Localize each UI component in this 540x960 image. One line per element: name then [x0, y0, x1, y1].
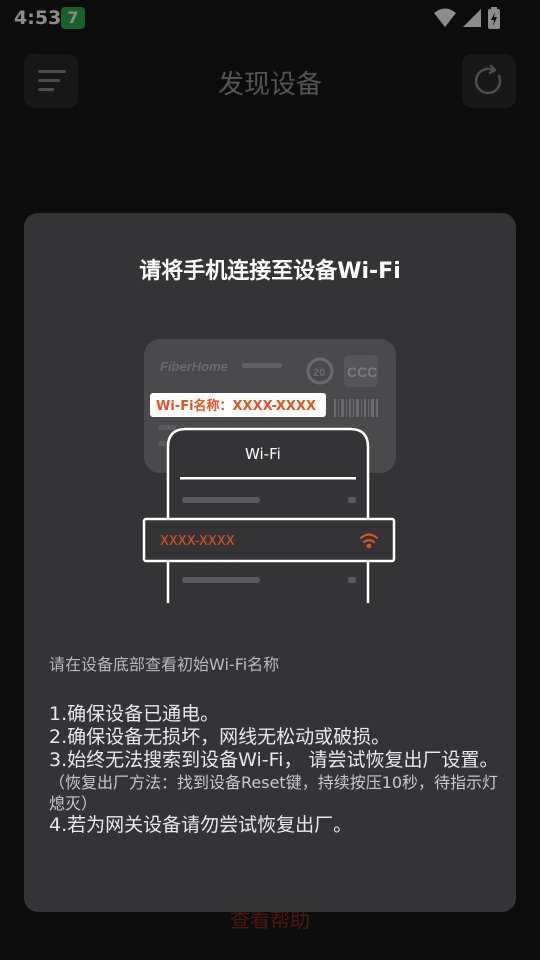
dialog-title: 请将手机连接至设备Wi-Fi — [139, 259, 401, 284]
device-wifi-illustration: FiberHome 20 CCC Wi-Fi名称：XXXX-XXXX Wi-Fi… — [142, 339, 396, 603]
phone-wifi-header: Wi-Fi — [245, 445, 281, 463]
step-4: 4.若为网关设备请勿尝试恢复出厂。 — [49, 814, 353, 836]
cert-mark: CCC — [347, 364, 377, 380]
hint-text: 请在设备底部查看初始Wi-Fi名称 — [49, 655, 280, 674]
cert-number: 20 — [313, 367, 325, 379]
network-name: XXXX-XXXX — [160, 534, 235, 549]
connect-wifi-dialog: 请将手机连接至设备Wi-Fi FiberHome 20 CCC Wi-Fi名称：… — [24, 213, 516, 912]
wifi-name-sticker-text: Wi-Fi名称：XXXX-XXXX — [156, 398, 316, 414]
step-1: 1.确保设备已通电。 — [49, 703, 220, 725]
step-3: 3.始终无法搜索到设备Wi-Fi， 请尝试恢复出厂设置。 — [49, 749, 499, 771]
step-3-note: （恢复出厂方法：找到设备Reset键，持续按压10秒，待指示灯熄灭） — [49, 773, 499, 813]
brand-logo-text: FiberHome — [160, 359, 228, 374]
troubleshooting-steps: 1.确保设备已通电。 2.确保设备无损坏，网线无松动或破损。 3.始终无法搜索到… — [49, 703, 499, 837]
step-2: 2.确保设备无损坏，网线无松动或破损。 — [49, 726, 391, 748]
